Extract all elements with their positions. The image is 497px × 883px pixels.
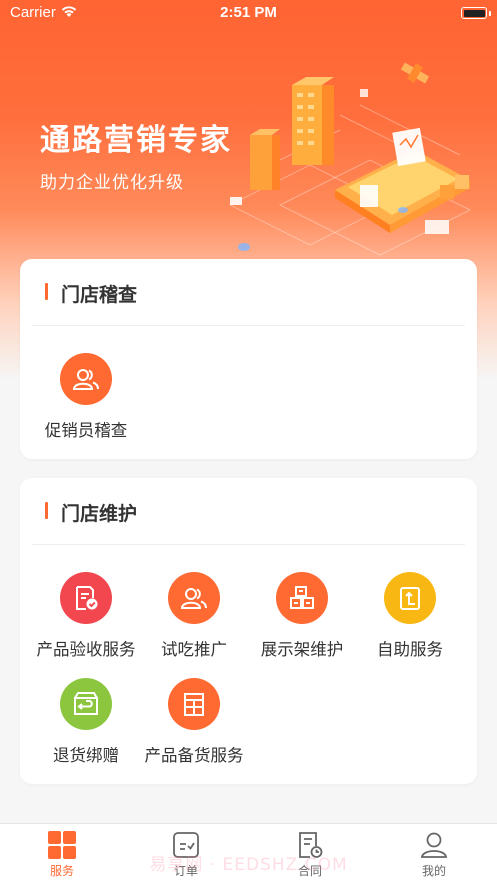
document-check-icon (60, 572, 112, 624)
user-icon (420, 832, 448, 858)
service-tasting-promotion[interactable]: 试吃推广 (138, 572, 250, 660)
people-icon (168, 572, 220, 624)
refresh-card-icon (384, 572, 436, 624)
battery-cap (489, 11, 491, 16)
tab-label: 合同 (297, 864, 322, 878)
card-header: 门店维护 (32, 478, 465, 545)
section-title: 门店维护 (61, 503, 138, 525)
service-label: 促销员稽查 (44, 421, 128, 440)
contract-icon (299, 832, 323, 858)
service-display-rack-maintenance[interactable]: 展示架维护 (246, 572, 358, 660)
tab-label: 订单 (173, 864, 198, 878)
service-label: 产品备货服务 (144, 746, 244, 765)
store-inspection-card: 门店稽查 促销员稽查 (20, 259, 477, 459)
bottom-tab-bar: 服务 订单 合同 我的 (0, 823, 497, 883)
status-bar: Carrier 2:51 PM (0, 0, 497, 26)
service-label: 试吃推广 (161, 640, 227, 659)
section-accent-bar (45, 502, 48, 519)
tab-label: 服务 (49, 864, 74, 878)
hero-illustration (228, 62, 472, 256)
hero-subtitle: 助力企业优化升级 (40, 173, 184, 193)
service-label: 展示架维护 (260, 640, 344, 659)
tab-profile[interactable]: 我的 (394, 830, 474, 879)
battery-icon (461, 7, 487, 19)
grid-icon (48, 831, 76, 859)
service-self-service[interactable]: 自助服务 (354, 572, 466, 660)
section-accent-bar (45, 283, 48, 300)
tab-orders[interactable]: 订单 (146, 830, 226, 879)
card-header: 门店稽查 (32, 259, 465, 326)
boxes-icon (276, 572, 328, 624)
tab-service[interactable]: 服务 (22, 830, 102, 879)
service-label: 产品验收服务 (36, 640, 136, 659)
section-title: 门店稽查 (61, 284, 138, 306)
service-label: 退货绑赠 (53, 746, 119, 765)
service-promoter-inspection[interactable]: 促销员稽查 (30, 353, 142, 441)
service-product-stocking[interactable]: 产品备货服务 (138, 678, 250, 766)
hero-title: 通路营销专家 (40, 123, 232, 158)
service-label: 自助服务 (377, 640, 443, 659)
tab-contracts[interactable]: 合同 (270, 830, 350, 879)
order-icon (173, 832, 199, 858)
service-return-bundle[interactable]: 退货绑赠 (30, 678, 142, 766)
return-box-icon (60, 678, 112, 730)
status-time: 2:51 PM (220, 4, 277, 21)
tab-label: 我的 (421, 864, 446, 878)
people-icon (60, 353, 112, 405)
shelf-icon (168, 678, 220, 730)
store-maintenance-card: 门店维护 产品验收服务 试吃推广 展示架维护 自助服务 退货绑赠 产品备货服务 (20, 478, 477, 784)
service-product-acceptance[interactable]: 产品验收服务 (30, 572, 142, 660)
